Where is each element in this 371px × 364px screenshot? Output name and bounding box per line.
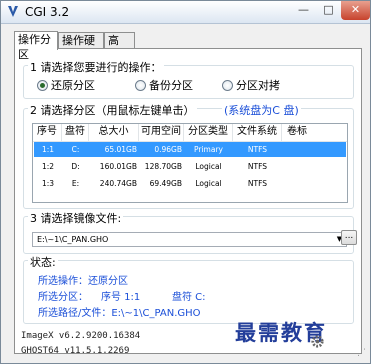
table-row[interactable]: 1:3 E: 240.74GB 69.49GB Logical NTFS [34, 176, 346, 191]
column-header-drive[interactable]: 盘符 [62, 124, 89, 141]
table-row[interactable]: 1:1 C: 65.01GB 0.96GB Primary NTFS [34, 142, 346, 157]
browse-button[interactable]: ... [341, 230, 357, 245]
column-header-free[interactable]: 可用空间 [139, 124, 184, 141]
radio-unchecked-icon [222, 79, 233, 91]
cell-type: Logical [195, 162, 222, 171]
radio-unchecked-icon [135, 79, 146, 91]
imagex-version: ImageX v6.2.9200.16384 [21, 331, 141, 341]
cell-total: 65.01GB [104, 145, 137, 154]
maximize-button[interactable]: □ [316, 1, 341, 20]
cell-fs: NTFS [247, 179, 268, 188]
column-header-fs[interactable]: 文件系统 [233, 124, 282, 141]
cell-num: 1:1 [41, 145, 55, 154]
column-header-type[interactable]: 分区类型 [184, 124, 233, 141]
cell-free: 128.70GB [144, 162, 182, 171]
cell-free: 69.49GB [149, 179, 182, 188]
cell-label [282, 176, 346, 191]
image-file-value: E:\~1\C_PAN.GHO [37, 235, 109, 244]
radio-label: 分区对拷 [236, 79, 280, 92]
status-partition-num: 序号 1:1 [101, 292, 141, 303]
tab-advanced[interactable]: 高 级 [104, 32, 135, 62]
cell-type: Primary [194, 145, 223, 154]
status-partition-prefix: 所选分区： [38, 292, 88, 303]
gear-icon[interactable] [310, 334, 325, 349]
cell-type: Logical [195, 179, 222, 188]
radio-copy-partition[interactable]: 分区对拷 [222, 77, 280, 93]
app-logo-icon [8, 6, 18, 17]
cell-num: 1:3 [41, 179, 55, 188]
ghost-version: GHOST64 v11.5.1.2269 [21, 346, 130, 356]
column-header-label[interactable]: 卷标 [282, 124, 347, 141]
status-operation: 所选操作：还原分区 [38, 276, 128, 287]
cell-total: 160.01GB [99, 162, 137, 171]
close-button[interactable]: ✕ [341, 1, 370, 20]
resize-grip-icon[interactable]: ⋰ [357, 348, 366, 358]
radio-restore-partition[interactable]: 还原分区 [37, 77, 95, 93]
window-title: CGI 3.2 [25, 5, 70, 19]
status-group-label: 状态: [28, 254, 58, 270]
app-window: CGI 3.2 — □ ✕ 操作分区 操作硬盘 高 级 1 请选择您要进行的操作… [0, 0, 371, 364]
status-partition-drive: 盘符 C: [172, 292, 206, 303]
cell-free: 0.96GB [154, 145, 182, 154]
operation-group-label: 1 请选择您要进行的操作： [28, 59, 164, 75]
status-group: 状态: 所选操作：还原分区 所选分区： 序号 1:1 盘符 C: 所选路径/文件… [23, 254, 354, 324]
image-file-group: 3 请选择镜像文件: E:\~1\C_PAN.GHO ▼ [23, 210, 354, 254]
radio-backup-partition[interactable]: 备份分区 [135, 77, 193, 93]
cell-label [282, 159, 346, 174]
cell-drive: D: [71, 162, 80, 171]
partition-group: 2 请选择分区（用鼠标左键单击） (系统盘为C 盘) 序号 盘符 总大小 可用空… [23, 102, 354, 209]
operation-group: 1 请选择您要进行的操作： 还原分区 备份分区 分区对拷 [23, 59, 354, 99]
minimize-button[interactable]: — [291, 1, 316, 20]
radio-label: 还原分区 [51, 79, 95, 92]
partition-group-label: 2 请选择分区（用鼠标左键单击） [28, 102, 197, 118]
title-bar[interactable]: CGI 3.2 — □ ✕ [1, 1, 370, 24]
image-file-group-label: 3 请选择镜像文件: [28, 210, 124, 226]
cell-num: 1:2 [41, 162, 55, 171]
cell-total: 240.74GB [99, 179, 137, 188]
cell-label [282, 142, 346, 157]
tab-operate-partition[interactable]: 操作分区 [14, 31, 58, 61]
column-header-num[interactable]: 序号 [33, 124, 62, 141]
tab-operate-disk[interactable]: 操作硬盘 [58, 32, 104, 62]
tab-panel: 1 请选择您要进行的操作： 还原分区 备份分区 分区对拷 2 请选择分区（用鼠标… [14, 48, 362, 356]
cell-drive: E: [71, 179, 80, 188]
table-row[interactable]: 1:2 D: 160.01GB 128.70GB Logical NTFS [34, 159, 346, 174]
table-header: 序号 盘符 总大小 可用空间 分区类型 文件系统 卷标 [33, 124, 347, 142]
radio-checked-icon [37, 79, 48, 91]
system-disk-note: (系统盘为C 盘) [222, 102, 301, 118]
image-file-select[interactable]: E:\~1\C_PAN.GHO ▼ [32, 232, 347, 247]
status-path: 所选路径/文件：E:\~1\C_PAN.GHO [38, 308, 201, 319]
column-header-total[interactable]: 总大小 [89, 124, 139, 141]
radio-label: 备份分区 [149, 79, 193, 92]
partition-table[interactable]: 序号 盘符 总大小 可用空间 分区类型 文件系统 卷标 1:1 C: 65.01… [32, 123, 348, 203]
cell-drive: C: [71, 145, 80, 154]
cell-fs: NTFS [247, 145, 268, 154]
cell-fs: NTFS [247, 162, 268, 171]
